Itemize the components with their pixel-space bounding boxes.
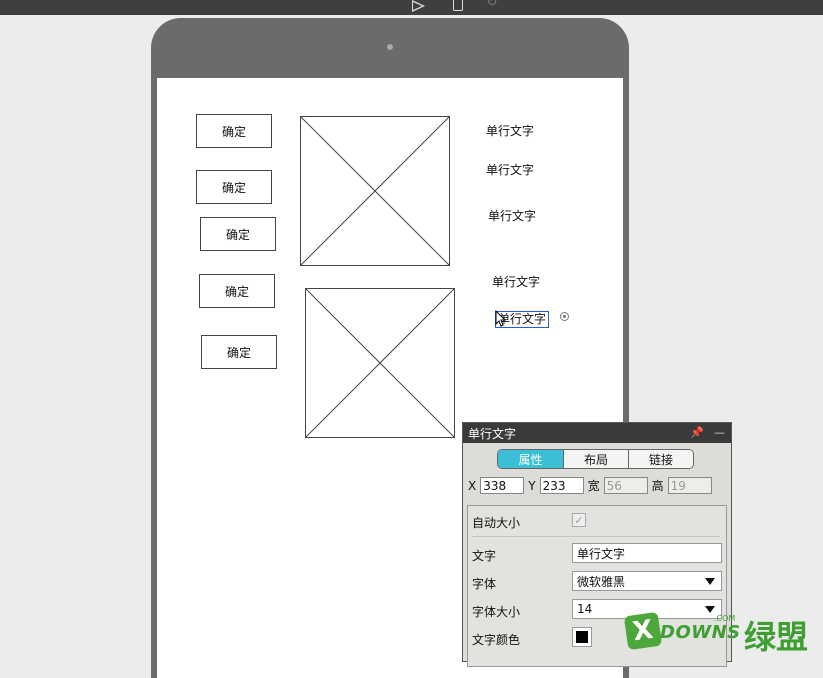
font-select-value: 微软雅黑 — [577, 574, 626, 589]
height-input: 19 — [667, 477, 712, 494]
x-label: X — [468, 478, 477, 493]
single-line-text[interactable]: 单行文字 — [486, 122, 534, 139]
watermark-logo: X DOWNS .COM 绿盟 — [623, 610, 823, 656]
watermark-brand: DOWNS — [660, 622, 741, 643]
confirm-button[interactable]: 确定 — [196, 170, 272, 204]
font-size-label: 字体大小 — [472, 605, 521, 619]
image-placeholder[interactable] — [300, 116, 450, 266]
panel-header: 单行文字 📌 — — [463, 423, 731, 443]
confirm-button[interactable]: 确定 — [201, 335, 277, 369]
geometry-row: X 338 Y 233 宽 56 高 19 — [468, 477, 712, 494]
top-toolbar: ↻ — [0, 0, 823, 15]
height-label: 高 — [651, 479, 664, 493]
confirm-button[interactable]: 确定 — [199, 274, 275, 308]
font-select[interactable]: 微软雅黑 — [572, 571, 722, 591]
text-color-label: 文字颜色 — [472, 633, 521, 647]
play-icon[interactable] — [412, 0, 425, 12]
camera-dot — [387, 44, 393, 50]
tab-properties[interactable]: 属性 — [498, 450, 563, 468]
watermark-com: .COM — [714, 614, 736, 623]
confirm-button[interactable]: 确定 — [196, 114, 272, 148]
chevron-down-icon — [705, 578, 715, 585]
font-label: 字体 — [472, 577, 497, 591]
redo-icon[interactable]: ↻ — [486, 0, 498, 10]
y-input[interactable]: 233 — [539, 477, 584, 494]
y-label: Y — [528, 478, 536, 493]
auto-size-label: 自动大小 — [472, 516, 521, 530]
text-label: 文字 — [472, 549, 497, 563]
tab-link[interactable]: 链接 — [628, 450, 693, 468]
cursor-arrow-icon — [495, 310, 507, 327]
divider — [472, 536, 720, 537]
phone-preview-icon[interactable] — [453, 0, 463, 11]
auto-size-checkbox[interactable]: ✓ — [572, 513, 586, 527]
single-line-text[interactable]: 单行文字 — [488, 207, 536, 224]
panel-tabs: 属性 布局 链接 — [497, 449, 694, 469]
watermark-cn: 绿盟 — [744, 618, 809, 656]
text-input[interactable]: 单行文字 — [572, 543, 722, 563]
width-input: 56 — [603, 477, 648, 494]
rotate-handle-icon[interactable] — [560, 312, 569, 321]
text-color-swatch[interactable] — [572, 627, 592, 647]
single-line-text[interactable]: 单行文字 — [486, 161, 534, 178]
panel-title: 单行文字 — [468, 426, 517, 441]
watermark-x: X — [623, 611, 663, 651]
font-size-value: 14 — [577, 602, 593, 616]
minimize-icon[interactable]: — — [714, 426, 725, 439]
image-placeholder[interactable] — [305, 288, 455, 438]
tab-layout[interactable]: 布局 — [563, 450, 628, 468]
confirm-button[interactable]: 确定 — [200, 217, 276, 251]
pin-icon[interactable]: 📌 — [690, 426, 704, 439]
single-line-text[interactable]: 单行文字 — [492, 273, 540, 290]
width-label: 宽 — [587, 479, 600, 493]
x-input[interactable]: 338 — [480, 477, 525, 494]
